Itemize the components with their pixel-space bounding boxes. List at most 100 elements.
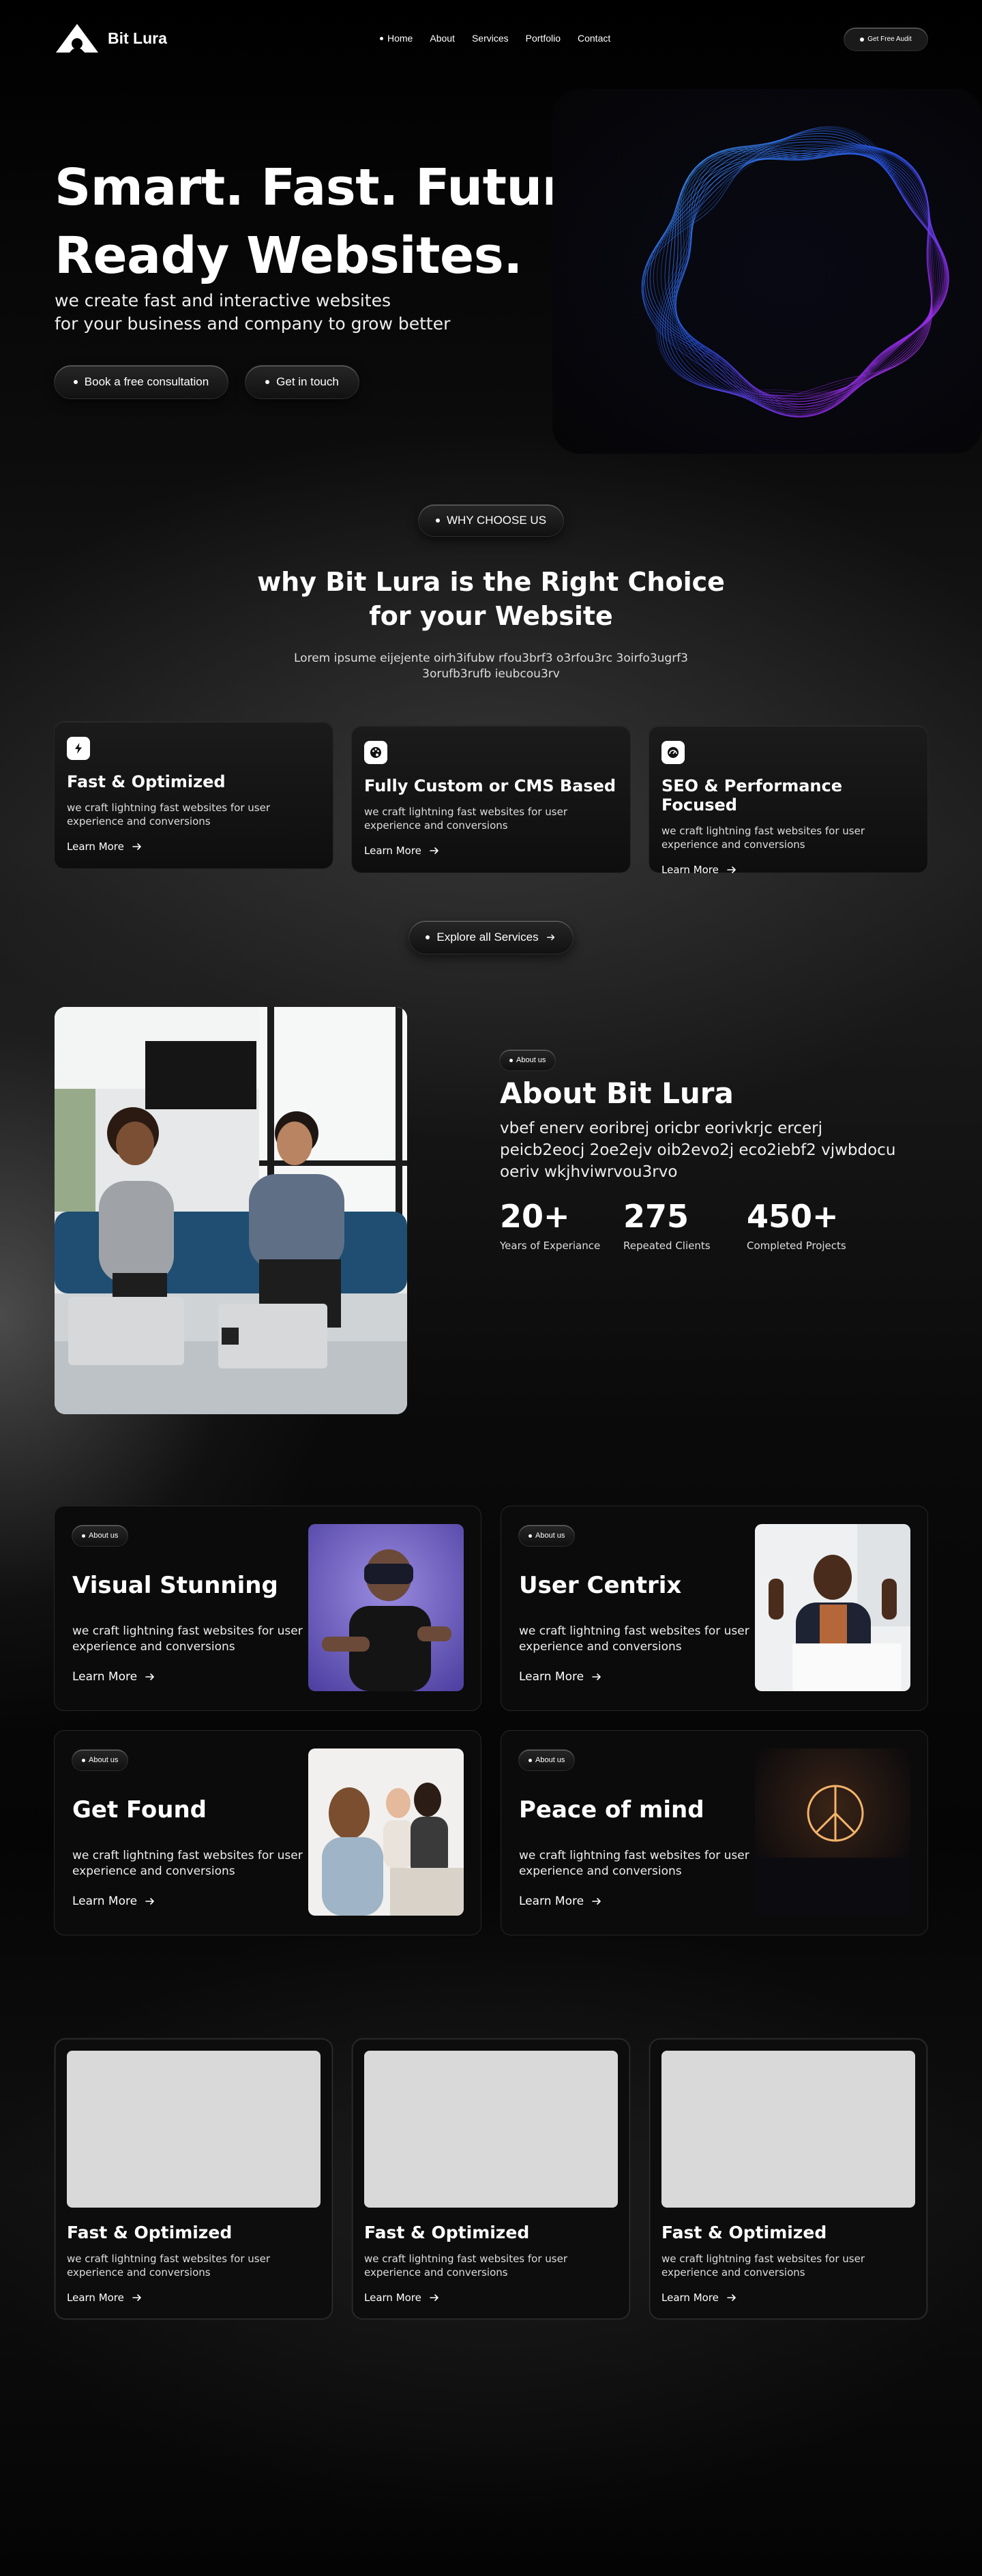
about-team-photo — [55, 1007, 407, 1414]
why-title: why Bit Lura is the Right Choice for you… — [218, 565, 764, 633]
stat-experience: 20+ Years of Experiance — [500, 1197, 623, 1252]
learn-more-link[interactable]: Learn More — [67, 840, 321, 853]
ring-strand — [659, 128, 947, 397]
stat-label: Repeated Clients — [623, 1240, 711, 1252]
learn-more-link[interactable]: Learn More — [72, 1670, 156, 1684]
learn-more-link[interactable]: Learn More — [364, 845, 618, 857]
arrow-right-icon — [132, 843, 141, 850]
explore-services-label: Explore all Services — [436, 931, 539, 943]
nav-contact[interactable]: Contact — [578, 33, 610, 44]
feature-card-title: Fast & Optimized — [67, 772, 226, 791]
learn-more-label: Learn More — [661, 864, 719, 876]
why-title-line1: why Bit Lura is the Right Choice — [257, 567, 725, 597]
stat-number: 275 — [623, 1198, 689, 1235]
badge-label: About us — [535, 1756, 565, 1764]
nav-about[interactable]: About — [430, 33, 455, 44]
hero-subtitle-line1: we create fast and interactive websites — [55, 291, 391, 310]
arrow-right-icon — [727, 2294, 736, 2301]
book-consultation-label: Book a free consultation — [84, 375, 209, 388]
portfolio-card-desc: we craft lightning fast websites for use… — [67, 2253, 270, 2279]
why-description: Lorem ipsume eijejente oirh3ifubw rfou3b… — [294, 652, 688, 681]
badge-label: About us — [89, 1532, 119, 1540]
about-title: About Bit Lura — [500, 1077, 734, 1110]
feature-card-desc: we craft lightning fast websites for use… — [67, 802, 270, 828]
neon-peace-sign-photo — [755, 1748, 910, 1916]
tile-desc: we craft lightning fast websites for use… — [72, 1624, 303, 1654]
learn-more-link[interactable]: Learn More — [67, 2292, 321, 2304]
tile-visual-stunning[interactable]: About us Visual Stunning we craft lightn… — [55, 1506, 481, 1710]
image-placeholder — [661, 2051, 915, 2208]
tile-title: Get Found — [72, 1796, 207, 1824]
dot-icon — [82, 1758, 85, 1762]
free-audit-button[interactable]: Get Free Audit — [844, 28, 927, 50]
image-placeholder — [67, 2051, 321, 2208]
learn-more-label: Learn More — [67, 2292, 124, 2304]
ring-strand — [653, 150, 934, 413]
arrow-right-icon — [546, 934, 554, 941]
nav-portfolio[interactable]: Portfolio — [526, 33, 561, 44]
portfolio-card-title: Fast & Optimized — [661, 2223, 827, 2242]
portfolio-card[interactable]: Fast & Optimized we craft lightning fast… — [649, 2038, 927, 2319]
learn-more-label: Learn More — [364, 845, 421, 857]
feature-card-desc: we craft lightning fast websites for use… — [364, 806, 567, 832]
about-text: vbef enerv eoribrej oricbr eorivkrjc erc… — [500, 1119, 896, 1181]
brand-logo[interactable]: Bit Lura — [55, 23, 167, 54]
dot-icon — [529, 1534, 532, 1538]
book-consultation-button[interactable]: Book a free consultation — [55, 366, 228, 398]
nav-services[interactable]: Services — [472, 33, 509, 44]
stat-label: Completed Projects — [747, 1240, 846, 1252]
dot-icon — [529, 1758, 532, 1762]
tile-peace-of-mind[interactable]: About us Peace of mind we craft lightnin… — [501, 1731, 927, 1935]
arrow-right-icon — [430, 847, 438, 854]
explore-services-button[interactable]: Explore all Services — [409, 921, 573, 954]
arrow-right-icon — [145, 1673, 154, 1680]
why-choose-badge: WHY CHOOSE US — [419, 505, 563, 536]
portfolio-card[interactable]: Fast & Optimized we craft lightning fast… — [55, 2038, 333, 2319]
portfolio-card[interactable]: Fast & Optimized we craft lightning fast… — [352, 2038, 630, 2319]
feature-card-fast[interactable]: Fast & Optimized we craft lightning fast… — [55, 722, 333, 868]
nav-home[interactable]: Home — [380, 33, 413, 44]
dot-icon — [860, 37, 865, 42]
stats-row: 20+ Years of Experiance 275 Repeated Cli… — [500, 1197, 870, 1252]
dot-icon — [509, 1058, 513, 1062]
stat-label: Years of Experiance — [500, 1240, 601, 1252]
portfolio-card-desc: we craft lightning fast websites for use… — [661, 2253, 865, 2279]
feature-card-title: Fully Custom or CMS Based — [364, 776, 616, 795]
learn-more-link[interactable]: Learn More — [661, 2292, 915, 2304]
ring-strand — [649, 149, 933, 410]
hero-subtitle: we create fast and interactive websites … — [55, 289, 450, 336]
team-meeting-photo — [308, 1748, 464, 1916]
feature-card-custom[interactable]: Fully Custom or CMS Based we craft light… — [352, 726, 630, 873]
feature-card-seo[interactable]: SEO & Performance Focused we craft light… — [649, 726, 927, 876]
arrow-right-icon — [430, 2294, 438, 2301]
learn-more-link[interactable]: Learn More — [519, 1670, 603, 1684]
tile-desc: we craft lightning fast websites for use… — [72, 1849, 303, 1878]
learn-more-link[interactable]: Learn More — [364, 2292, 618, 2304]
tile-desc: we craft lightning fast websites for use… — [519, 1624, 749, 1654]
tile-title: Visual Stunning — [72, 1572, 278, 1599]
ring-strand — [670, 138, 949, 408]
active-dot-icon — [380, 36, 383, 40]
learn-more-link[interactable]: Learn More — [519, 1894, 603, 1908]
logo-mark-icon — [56, 24, 98, 53]
palette-icon — [364, 741, 387, 764]
why-title-line2: for your Website — [369, 601, 613, 631]
portfolio-card-title: Fast & Optimized — [67, 2223, 233, 2242]
learn-more-link[interactable]: Learn More — [661, 864, 915, 876]
learn-more-link[interactable]: Learn More — [72, 1894, 156, 1908]
stat-number: 450+ — [747, 1198, 839, 1235]
dot-icon — [82, 1534, 85, 1538]
tile-user-centrix[interactable]: About us User Centrix we craft lightning… — [501, 1506, 927, 1710]
tile-get-found[interactable]: About us Get Found we craft lightning fa… — [55, 1731, 481, 1935]
brand-name: Bit Lura — [108, 29, 167, 47]
why-choose-pill: WHY CHOOSE US — [419, 505, 563, 536]
image-placeholder — [364, 2051, 618, 2208]
tile-title: Peace of mind — [519, 1796, 704, 1824]
lightning-icon — [67, 737, 90, 760]
tile-desc: we craft lightning fast websites for use… — [519, 1849, 749, 1878]
ring-strand — [675, 145, 948, 415]
happy-user-laptop-photo — [755, 1524, 910, 1691]
get-in-touch-button[interactable]: Get in touch — [246, 366, 359, 398]
learn-more-label: Learn More — [364, 2292, 421, 2304]
learn-more-label: Learn More — [67, 840, 124, 853]
